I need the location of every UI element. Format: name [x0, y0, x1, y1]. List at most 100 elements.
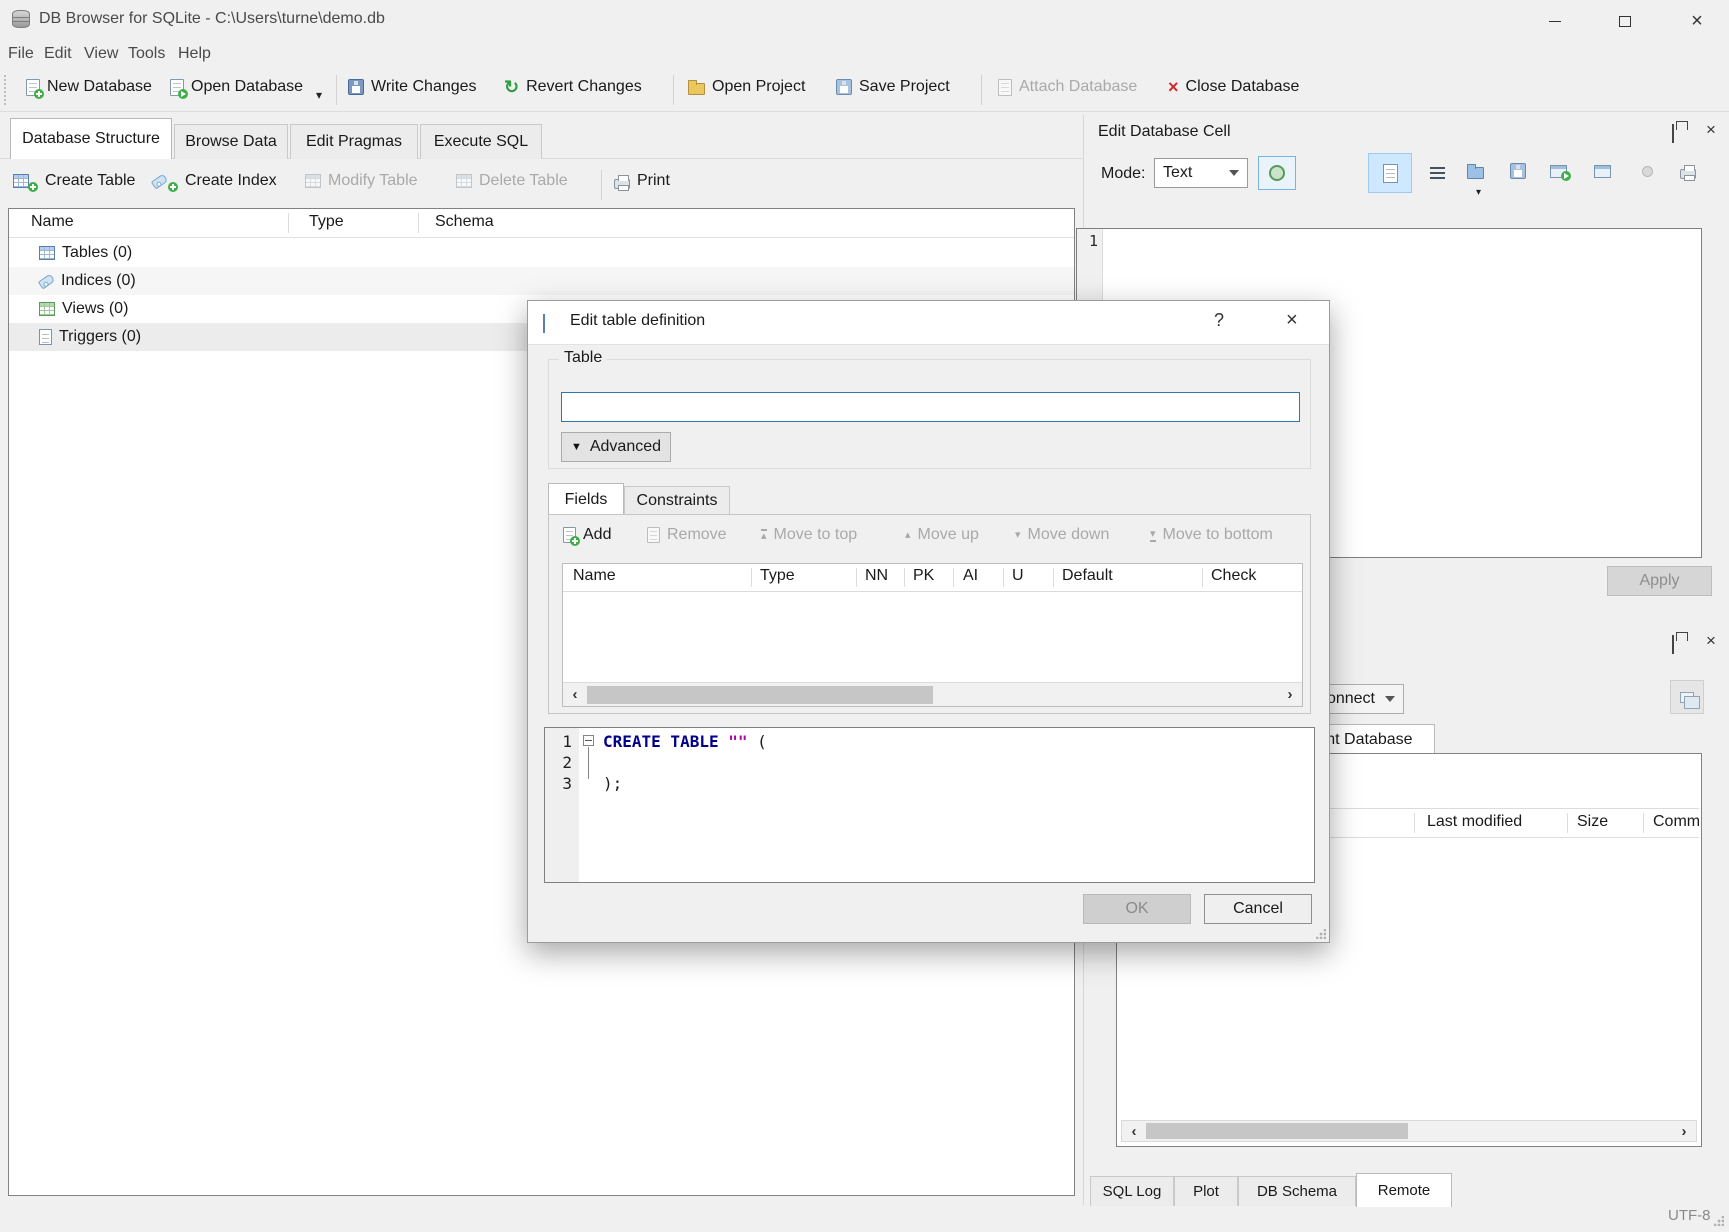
toolbar-separator	[601, 170, 602, 200]
toolbar-separator	[336, 75, 337, 105]
window-resize-grip[interactable]	[1714, 1216, 1724, 1226]
open-in-window-button[interactable]	[1543, 157, 1573, 185]
auto-switch-mode-button[interactable]	[1258, 156, 1296, 190]
open-database-button[interactable]: Open Database	[170, 78, 303, 96]
col-commit[interactable]: Comm	[1653, 813, 1700, 831]
dock-tab-db-schema[interactable]: DB Schema	[1238, 1176, 1356, 1206]
dialog-close-button[interactable]: ×	[1286, 310, 1298, 330]
grid-col-ai[interactable]: AI	[963, 567, 978, 585]
grid-col-type[interactable]: Type	[760, 567, 795, 585]
menu-file[interactable]: File	[8, 45, 34, 63]
col-last-modified[interactable]: Last modified	[1427, 813, 1522, 831]
scroll-thumb[interactable]	[587, 686, 933, 704]
delete-table-button[interactable]: Delete Table	[456, 172, 568, 190]
close-database-button[interactable]: × Close Database	[1168, 78, 1299, 96]
print-button[interactable]: Print	[614, 172, 670, 190]
fields-grid-hscrollbar[interactable]: ‹ ›	[563, 682, 1302, 706]
maximize-button[interactable]	[1610, 6, 1640, 36]
remove-field-button[interactable]: Remove	[647, 526, 727, 544]
tab-browse-data[interactable]: Browse Data	[174, 124, 288, 159]
revert-changes-button[interactable]: ↻ Revert Changes	[504, 78, 642, 96]
identity-select-value: onnect	[1327, 690, 1375, 708]
text-view-button[interactable]	[1368, 153, 1412, 193]
minimize-button[interactable]	[1540, 6, 1570, 36]
close-panel-button[interactable]: ×	[1706, 121, 1716, 138]
move-to-top-button[interactable]: ▴ Move to top	[761, 526, 857, 544]
menubar: File Edit View Tools Help	[0, 42, 1729, 68]
open-database-dropdown-arrow[interactable]: ▾	[316, 88, 322, 102]
close-panel-button[interactable]: ×	[1706, 632, 1716, 649]
new-database-button[interactable]: New Database	[26, 78, 152, 96]
scroll-left-icon[interactable]: ‹	[1122, 1123, 1146, 1140]
encoding-status[interactable]: UTF-8	[1668, 1207, 1711, 1224]
col-size[interactable]: Size	[1577, 813, 1608, 831]
grid-col-name[interactable]: Name	[573, 567, 616, 585]
tables-icon	[39, 246, 55, 260]
dialog-resize-grip[interactable]	[1316, 929, 1326, 939]
move-down-button[interactable]: ▾ Move down	[1015, 526, 1109, 544]
save-project-button[interactable]: Save Project	[836, 78, 950, 96]
attach-database-button[interactable]: Attach Database	[998, 78, 1137, 96]
import-data-button[interactable]	[1460, 157, 1490, 185]
tab-execute-sql[interactable]: Execute SQL	[420, 124, 542, 159]
open-project-button[interactable]: Open Project	[688, 78, 805, 96]
tree-row-tables[interactable]: Tables (0)	[9, 239, 1074, 267]
export-data-button[interactable]	[1503, 157, 1533, 185]
float-panel-button[interactable]	[1672, 125, 1674, 143]
ok-button[interactable]: OK	[1083, 894, 1191, 924]
tab-constraints[interactable]: Constraints	[624, 486, 730, 515]
tree-col-name[interactable]: Name	[31, 213, 74, 231]
code-fold-toggle[interactable]	[583, 735, 594, 746]
move-to-bottom-button[interactable]: ▾ Move to bottom	[1150, 526, 1273, 544]
grid-col-check[interactable]: Check	[1211, 567, 1256, 585]
menu-view[interactable]: View	[84, 45, 118, 63]
scroll-right-icon[interactable]: ›	[1278, 686, 1302, 703]
tree-row-indices[interactable]: Indices (0)	[9, 267, 1074, 295]
open-url-button[interactable]	[1587, 157, 1617, 185]
dialog-titlebar[interactable]: Edit table definition ? ×	[528, 301, 1329, 345]
create-table-button[interactable]: Create Table	[13, 172, 135, 190]
create-index-button[interactable]: Create Index	[152, 172, 277, 190]
grid-col-default[interactable]: Default	[1062, 567, 1113, 585]
write-changes-button[interactable]: Write Changes	[348, 78, 477, 96]
menu-tools[interactable]: Tools	[128, 45, 165, 63]
remote-hscrollbar[interactable]: ‹ ›	[1121, 1120, 1697, 1142]
table-name-input[interactable]	[561, 392, 1300, 422]
import-dropdown-arrow[interactable]: ▾	[1476, 187, 1481, 198]
grid-col-nn[interactable]: NN	[865, 567, 888, 585]
cancel-button[interactable]: Cancel	[1204, 894, 1312, 924]
scroll-thumb[interactable]	[1146, 1123, 1408, 1139]
scroll-right-icon[interactable]: ›	[1672, 1123, 1696, 1140]
tab-database-structure[interactable]: Database Structure	[10, 118, 172, 159]
advanced-button[interactable]: ▼ Advanced	[561, 432, 671, 462]
remove-icon	[647, 527, 660, 543]
modify-table-button[interactable]: Modify Table	[305, 172, 418, 190]
tab-edit-pragmas[interactable]: Edit Pragmas	[290, 124, 418, 159]
menu-help[interactable]: Help	[178, 45, 211, 63]
indices-icon	[38, 273, 55, 289]
add-field-button[interactable]: Add	[563, 526, 611, 544]
grid-col-u[interactable]: U	[1012, 567, 1024, 585]
move-up-button[interactable]: ▴ Move up	[905, 526, 979, 544]
scroll-left-icon[interactable]: ‹	[563, 686, 587, 703]
mode-select[interactable]: Text	[1154, 158, 1248, 188]
edit-table-dialog: Edit table definition ? × Table ▼ Advanc…	[527, 300, 1330, 943]
clone-database-button[interactable]	[1670, 680, 1704, 714]
tree-col-type[interactable]: Type	[309, 213, 344, 231]
tree-col-schema[interactable]: Schema	[435, 213, 494, 231]
null-value-button[interactable]	[1634, 159, 1660, 183]
dock-tab-plot[interactable]: Plot	[1174, 1176, 1238, 1206]
dialog-help-button[interactable]: ?	[1214, 310, 1224, 331]
dock-tab-remote[interactable]: Remote	[1356, 1173, 1452, 1207]
tab-fields[interactable]: Fields	[548, 483, 624, 515]
word-wrap-button[interactable]	[1424, 161, 1450, 185]
dock-tab-sql-log[interactable]: SQL Log	[1090, 1176, 1174, 1206]
apply-button[interactable]: Apply	[1607, 566, 1712, 596]
float-panel-button[interactable]	[1672, 636, 1674, 654]
toolbar-drag-handle[interactable]	[4, 75, 6, 105]
document-icon	[1383, 164, 1398, 183]
close-window-button[interactable]: ×	[1682, 6, 1712, 36]
menu-edit[interactable]: Edit	[44, 45, 72, 63]
print-cell-button[interactable]	[1673, 157, 1703, 185]
grid-col-pk[interactable]: PK	[913, 567, 934, 585]
